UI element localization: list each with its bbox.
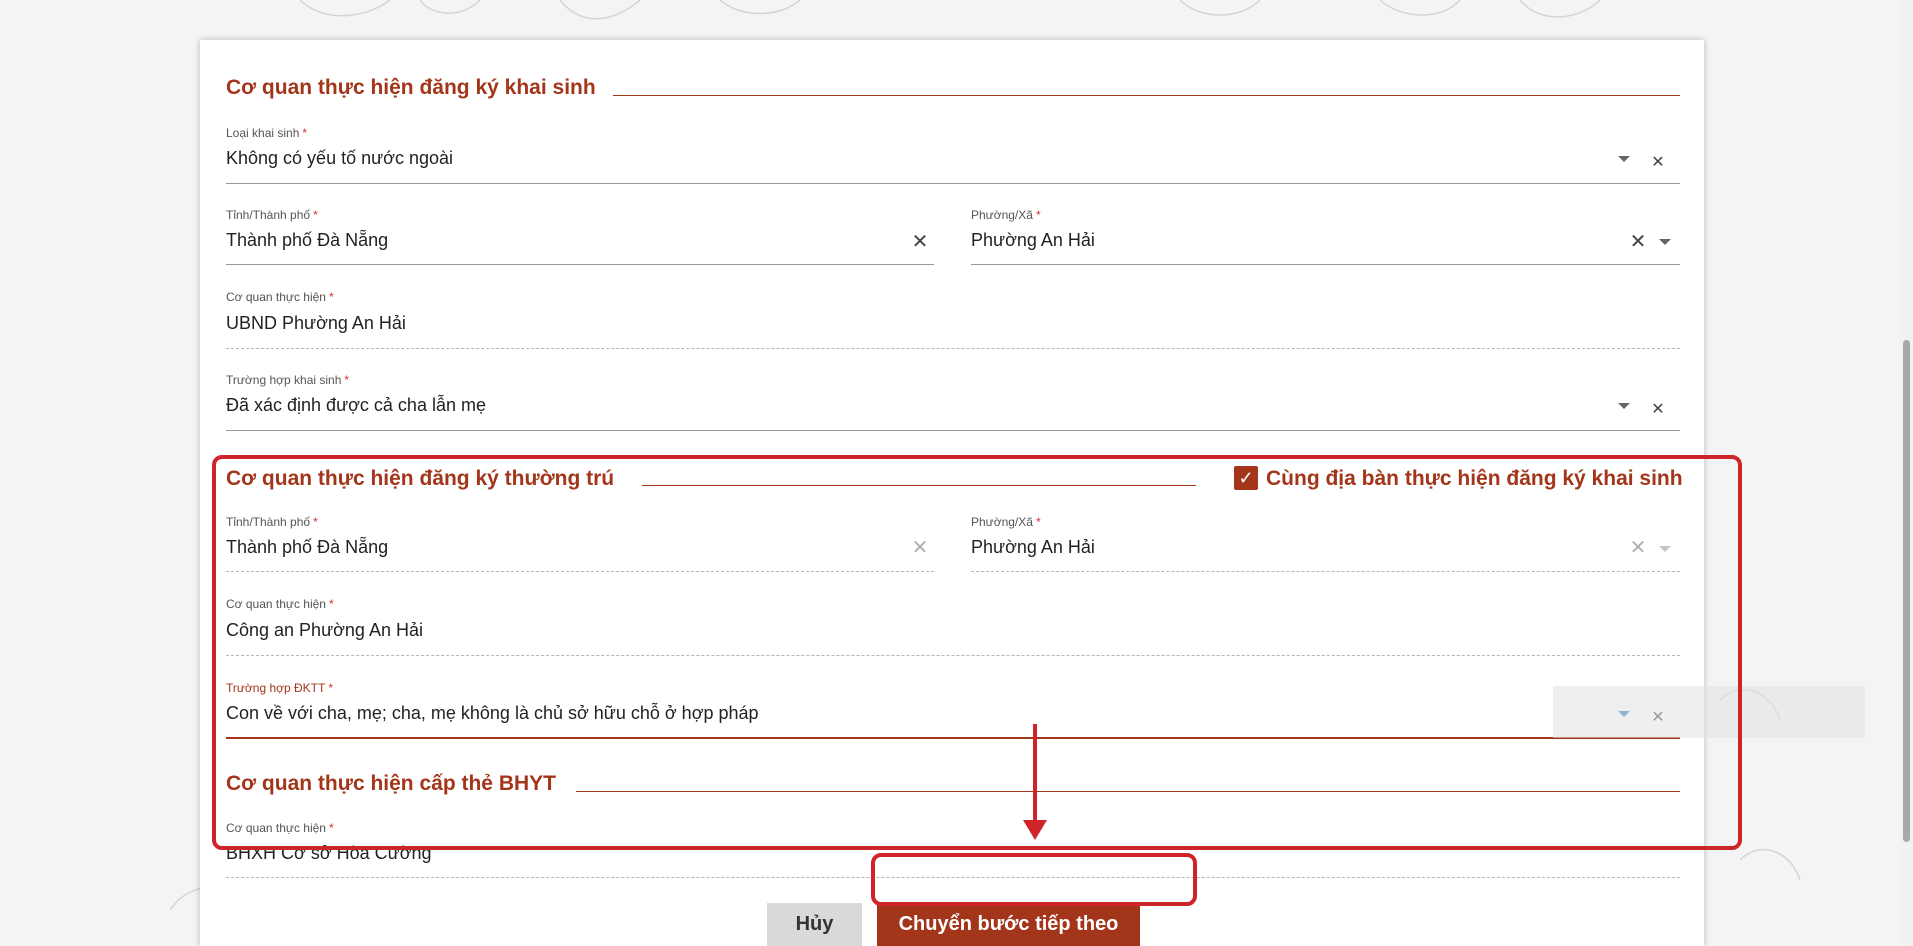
agency-value: UBND Phường An Hải — [226, 313, 406, 333]
chevron-down-icon[interactable] — [1618, 156, 1630, 162]
birth-type-select[interactable]: Không có yếu tố nước ngoài — [226, 148, 453, 169]
birth-type-label: Loại khai sinh * — [226, 126, 308, 140]
cancel-button[interactable]: Hủy — [767, 903, 862, 946]
province-label: Tỉnh/Thành phố * — [226, 208, 318, 222]
field-underline — [226, 183, 1680, 184]
field-underline — [226, 348, 1680, 349]
title-divider — [613, 95, 1680, 96]
next-step-button[interactable]: Chuyển bước tiếp theo — [877, 903, 1140, 946]
close-icon[interactable]: ✕ — [1650, 402, 1666, 418]
ward-label: Phường/Xã * — [971, 208, 1041, 222]
section-title-birth: Cơ quan thực hiện đăng ký khai sinh — [226, 76, 596, 99]
birth-case-label: Trường hợp khai sinh * — [226, 373, 350, 387]
field-underline — [226, 264, 934, 265]
birth-case-select[interactable]: Đã xác định được cả cha lẫn mẹ — [226, 395, 486, 416]
ward-select[interactable]: Phường An Hải — [971, 230, 1095, 251]
highlight-box-sections — [212, 455, 1742, 850]
field-underline — [971, 264, 1680, 265]
scrollbar-thumb[interactable] — [1903, 340, 1910, 842]
chevron-down-icon[interactable] — [1618, 403, 1630, 409]
field-underline — [226, 430, 1680, 431]
close-icon[interactable]: ✕ — [1628, 232, 1648, 252]
highlight-box-button — [871, 853, 1197, 906]
province-select[interactable]: Thành phố Đà Nẵng — [226, 230, 388, 251]
close-icon[interactable]: ✕ — [1650, 155, 1666, 171]
annotation-arrow — [1023, 724, 1047, 840]
agency-label: Cơ quan thực hiện * — [226, 290, 334, 304]
close-icon[interactable]: ✕ — [910, 232, 930, 252]
chevron-down-icon[interactable] — [1659, 239, 1671, 245]
